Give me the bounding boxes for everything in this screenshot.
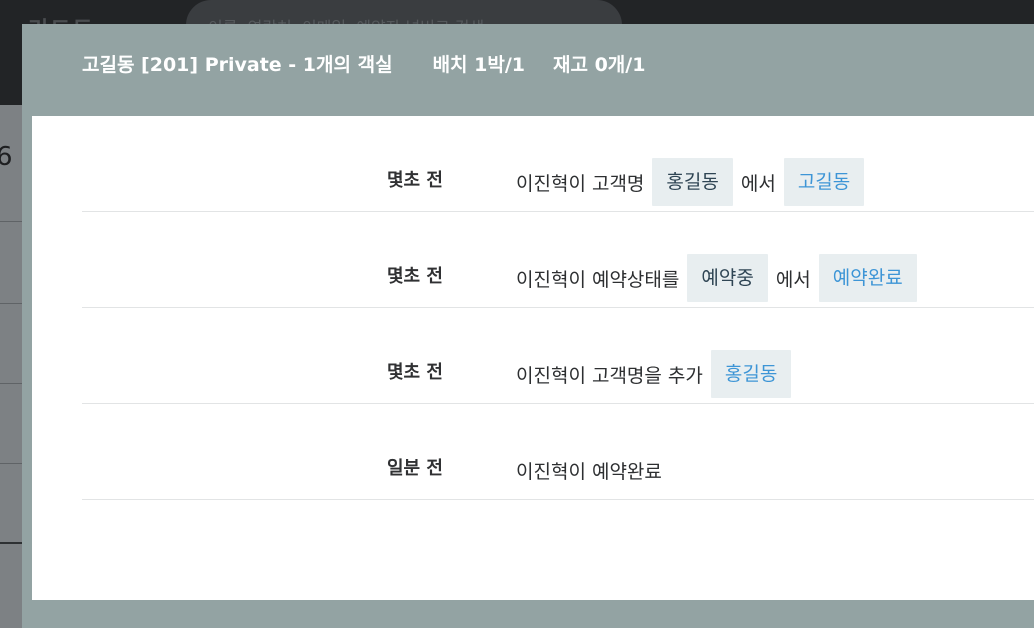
background-divider <box>0 221 22 222</box>
new-value-chip: 고길동 <box>783 158 865 206</box>
background-divider <box>0 463 22 464</box>
background-divider-dark <box>0 542 22 544</box>
modal-body: 몇초 전 이진혁이 고객명 홍길동 에서 고길동 몇초 전 이진혁이 예약상태를… <box>32 116 1034 600</box>
history-connector: 에서 <box>740 172 776 195</box>
background-divider <box>0 303 22 304</box>
modal-header: 고길동 [201] Private - 1개의 객실 배치 1박/1 재고 0개… <box>22 24 1034 116</box>
history-time: 일분 전 <box>387 458 443 479</box>
history-text: 이진혁이 예약완료 <box>516 460 662 483</box>
history-text: 이진혁이 고객명 <box>516 172 645 195</box>
history-list: 몇초 전 이진혁이 고객명 홍길동 에서 고길동 몇초 전 이진혁이 예약상태를… <box>82 116 1034 500</box>
background-divider <box>0 383 22 384</box>
history-time: 몇초 전 <box>387 362 443 383</box>
history-row: 몇초 전 이진혁이 고객명 홍길동 에서 고길동 <box>82 116 1034 212</box>
history-time: 몇초 전 <box>387 170 443 191</box>
new-value-chip: 홍길동 <box>710 350 792 398</box>
history-row: 몇초 전 이진혁이 고객명을 추가 홍길동 <box>82 308 1034 404</box>
history-description: 이진혁이 고객명 홍길동 에서 고길동 <box>516 158 865 206</box>
history-time: 몇초 전 <box>387 266 443 287</box>
history-modal: 고길동 [201] Private - 1개의 객실 배치 1박/1 재고 0개… <box>22 24 1034 628</box>
history-description: 이진혁이 고객명을 추가 홍길동 <box>516 350 792 398</box>
history-row: 몇초 전 이진혁이 예약상태를 예약중 에서 예약완료 <box>82 212 1034 308</box>
new-value-chip: 예약완료 <box>818 254 917 302</box>
history-text: 이진혁이 예약상태를 <box>516 268 680 291</box>
background-left-panel <box>0 105 22 628</box>
old-value-chip: 홍길동 <box>652 158 733 206</box>
placement-info: 배치 1박/1 <box>432 54 525 76</box>
history-text: 이진혁이 고객명을 추가 <box>516 364 703 387</box>
background-left-glyph: 6 <box>0 142 13 172</box>
modal-title-bar: 고길동 [201] Private - 1개의 객실 배치 1박/1 재고 0개… <box>82 50 645 77</box>
stock-info: 재고 0개/1 <box>553 54 646 76</box>
modal-title: 고길동 [201] Private - 1개의 객실 <box>82 54 393 76</box>
history-row: 일분 전 이진혁이 예약완료 <box>82 404 1034 500</box>
history-description: 이진혁이 예약상태를 예약중 에서 예약완료 <box>516 254 917 302</box>
history-description: 이진혁이 예약완료 <box>516 446 670 494</box>
old-value-chip: 예약중 <box>687 254 768 302</box>
history-connector: 에서 <box>775 268 811 291</box>
